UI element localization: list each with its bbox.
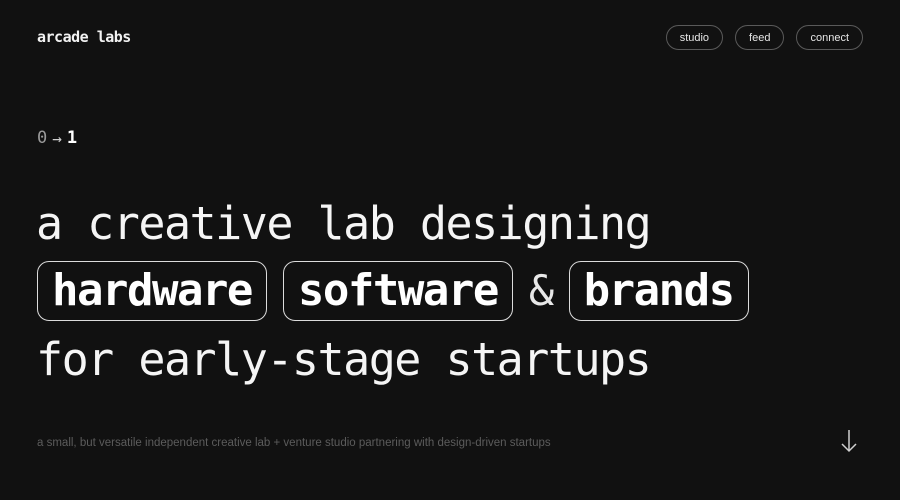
main-nav: studio feed connect: [665, 25, 863, 50]
pill-hardware: hardware: [37, 261, 267, 321]
logo[interactable]: arcade labs: [37, 28, 131, 46]
nav-studio-button[interactable]: studio: [665, 25, 724, 50]
pill-brands: brands: [568, 261, 749, 321]
hero-tagline: a small, but versatile independent creat…: [37, 437, 551, 449]
zero-to-one-counter: 0 → 1: [37, 128, 77, 148]
pill-software: software: [282, 261, 513, 321]
arrow-down-icon[interactable]: [838, 428, 860, 454]
counter-from: 0: [37, 128, 48, 148]
nav-feed-button[interactable]: feed: [735, 25, 785, 50]
counter-to: 1: [66, 128, 78, 148]
headline-line-2: hardware software & brands: [37, 261, 749, 321]
nav-connect-button[interactable]: connect: [796, 25, 863, 50]
headline-line-3: for early-stage startups: [36, 333, 652, 386]
headline-line-1: a creative lab designing: [36, 197, 652, 250]
arrow-right-icon: →: [52, 128, 62, 148]
ampersand: &: [528, 266, 554, 315]
